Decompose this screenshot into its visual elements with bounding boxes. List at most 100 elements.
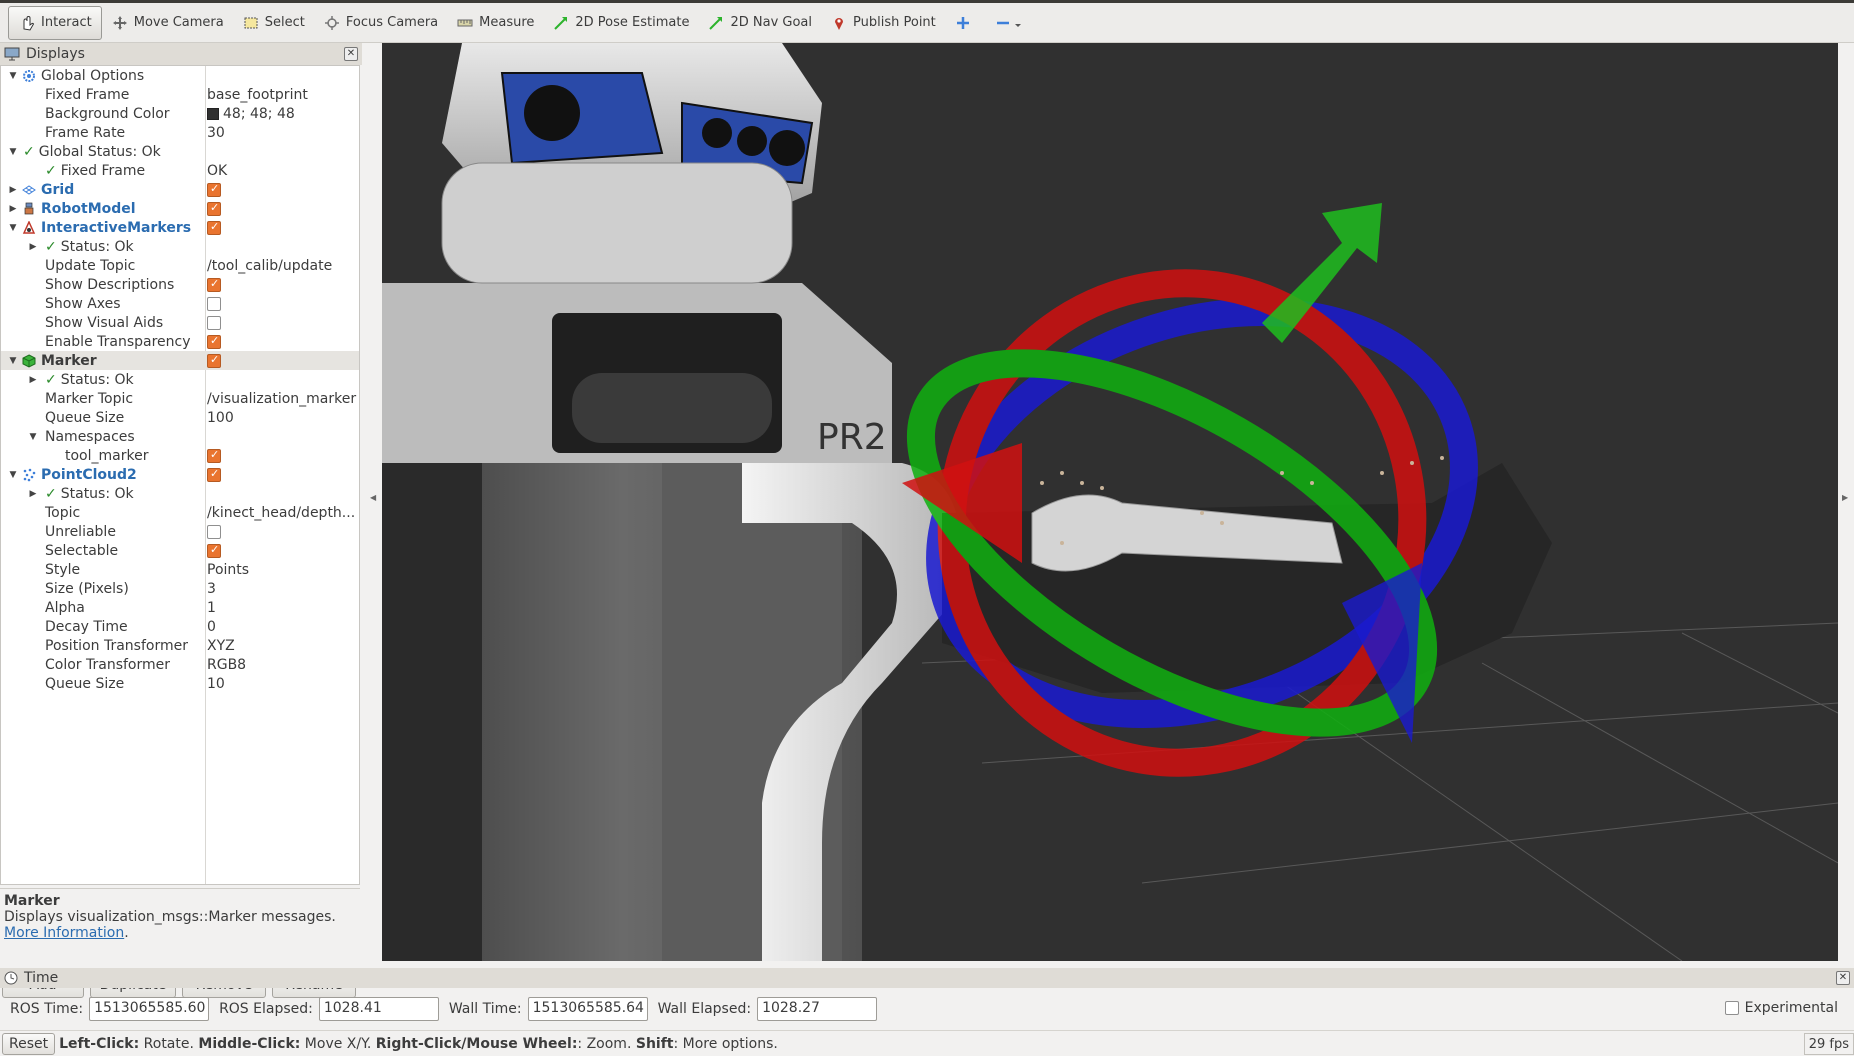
experimental-checkbox[interactable] <box>1724 1001 1739 1015</box>
tree-row-im-status[interactable]: ▶ ✓ Status: Ok <box>1 237 359 256</box>
tree-row-position-transformer[interactable]: Position Transformer XYZ <box>1 636 359 655</box>
tree-row-label: Topic <box>45 504 81 521</box>
collapse-arrow-icon[interactable]: ▶ <box>27 489 39 499</box>
move-camera-tool-button[interactable]: Move Camera <box>102 6 233 40</box>
more-information-link[interactable]: More Information <box>4 925 124 941</box>
show-axes-checkbox[interactable] <box>207 296 359 312</box>
expand-arrow-icon[interactable]: ▼ <box>7 223 19 233</box>
topic-value[interactable]: /kinect_head/depth... <box>207 505 359 521</box>
render-3d-view[interactable]: PR2 <box>382 43 1838 961</box>
add-tool-button[interactable] <box>945 6 986 40</box>
interactivemarkers-enabled-checkbox[interactable] <box>207 220 359 236</box>
collapse-left-icon[interactable]: ◀ <box>370 493 376 502</box>
tool-marker-checkbox[interactable] <box>207 448 359 464</box>
tree-row-style[interactable]: Style Points <box>1 560 359 579</box>
robotmodel-enabled-checkbox[interactable] <box>207 201 359 217</box>
2d-nav-goal-tool-button[interactable]: 2D Nav Goal <box>698 6 821 40</box>
tree-row-alpha[interactable]: Alpha 1 <box>1 598 359 617</box>
ros-time-field[interactable]: 1513065585.60 <box>89 997 210 1021</box>
tree-row-pc-queue-size[interactable]: Queue Size 10 <box>1 674 359 693</box>
tree-row-marker-status[interactable]: ▶ ✓ Status: Ok <box>1 370 359 389</box>
decay-time-value[interactable]: 0 <box>207 619 359 635</box>
ros-elapsed-field[interactable]: 1028.41 <box>318 997 439 1021</box>
tree-row-tool-marker[interactable]: tool_marker <box>1 446 359 465</box>
tree-row-background-color[interactable]: Background Color 48; 48; 48 <box>1 104 359 123</box>
expand-arrow-icon[interactable]: ▼ <box>7 71 19 81</box>
tree-row-show-visual-aids[interactable]: Show Visual Aids <box>1 313 359 332</box>
tree-row-global-status[interactable]: ▼ ✓ Global Status: Ok <box>1 142 359 161</box>
reset-button[interactable]: Reset <box>2 1032 56 1055</box>
remove-tool-button[interactable] <box>986 6 1039 40</box>
collapse-right-icon[interactable]: ▶ <box>1842 493 1848 502</box>
marker-topic-value[interactable]: /visualization_marker <box>207 391 359 407</box>
expand-arrow-icon[interactable]: ▼ <box>7 356 19 366</box>
collapse-arrow-icon[interactable]: ▶ <box>27 375 39 385</box>
tree-row-pc-status[interactable]: ▶ ✓ Status: Ok <box>1 484 359 503</box>
grid-enabled-checkbox[interactable] <box>207 182 359 198</box>
tree-row-robotmodel[interactable]: ▶ RobotModel <box>1 199 359 218</box>
tree-row-color-transformer[interactable]: Color Transformer RGB8 <box>1 655 359 674</box>
tree-row-pointcloud2[interactable]: ▼ PointCloud2 <box>1 465 359 484</box>
tree-row-size-pixels[interactable]: Size (Pixels) 3 <box>1 579 359 598</box>
update-topic-value[interactable]: /tool_calib/update <box>207 258 359 274</box>
expand-arrow-icon[interactable]: ▼ <box>7 470 19 480</box>
tree-row-interactivemarkers[interactable]: ▼ InteractiveMarkers <box>1 218 359 237</box>
tree-row-label: Fixed Frame <box>45 86 130 103</box>
color-transformer-value[interactable]: RGB8 <box>207 657 359 673</box>
collapse-arrow-icon[interactable]: ▶ <box>7 204 19 214</box>
tree-row-unreliable[interactable]: Unreliable <box>1 522 359 541</box>
show-descriptions-checkbox[interactable] <box>207 277 359 293</box>
expand-arrow-icon[interactable]: ▼ <box>27 432 39 442</box>
select-tool-button[interactable]: Select <box>233 6 314 40</box>
fixed-frame-value[interactable]: base_footprint <box>207 87 359 103</box>
right-splitter[interactable]: ▶ <box>1838 43 1854 961</box>
tree-row-fixed-frame[interactable]: Fixed Frame base_footprint <box>1 85 359 104</box>
focus-camera-tool-button[interactable]: Focus Camera <box>314 6 447 40</box>
marker-enabled-checkbox[interactable] <box>207 353 359 369</box>
tree-row-update-topic[interactable]: Update Topic /tool_calib/update <box>1 256 359 275</box>
wall-elapsed-field[interactable]: 1028.27 <box>757 997 878 1021</box>
measure-tool-button[interactable]: Measure <box>447 6 543 40</box>
alpha-value[interactable]: 1 <box>207 600 359 616</box>
tree-row-global-options[interactable]: ▼ Global Options <box>1 66 359 85</box>
tree-row-fixed-frame-status[interactable]: ✓ Fixed Frame OK <box>1 161 359 180</box>
tree-row-grid[interactable]: ▶ Grid <box>1 180 359 199</box>
tree-row-show-descriptions[interactable]: Show Descriptions <box>1 275 359 294</box>
left-splitter[interactable]: ◀ <box>362 43 382 961</box>
expand-arrow-icon[interactable]: ▼ <box>7 147 19 157</box>
position-transformer-value[interactable]: XYZ <box>207 638 359 654</box>
tree-row-marker[interactable]: ▼ Marker <box>1 351 359 370</box>
publish-point-tool-button[interactable]: Publish Point <box>821 6 945 40</box>
close-icon[interactable]: ✕ <box>1836 971 1850 985</box>
tree-row-label: Queue Size <box>45 409 125 426</box>
queue-size-value[interactable]: 100 <box>207 410 359 426</box>
collapse-arrow-icon[interactable]: ▶ <box>7 185 19 195</box>
frame-rate-value[interactable]: 30 <box>207 125 359 141</box>
style-value[interactable]: Points <box>207 562 359 578</box>
unreliable-checkbox[interactable] <box>207 524 359 540</box>
tree-row-namespaces[interactable]: ▼ Namespaces <box>1 427 359 446</box>
tree-row-selectable[interactable]: Selectable <box>1 541 359 560</box>
size-pixels-value[interactable]: 3 <box>207 581 359 597</box>
tree-row-decay-time[interactable]: Decay Time 0 <box>1 617 359 636</box>
close-icon[interactable]: ✕ <box>344 47 358 61</box>
enable-transparency-checkbox[interactable] <box>207 334 359 350</box>
selectable-checkbox[interactable] <box>207 543 359 559</box>
tree-row-marker-topic[interactable]: Marker Topic /visualization_marker <box>1 389 359 408</box>
tree-row-show-axes[interactable]: Show Axes <box>1 294 359 313</box>
interact-tool-button[interactable]: Interact <box>8 5 102 40</box>
tree-row-topic[interactable]: Topic /kinect_head/depth... <box>1 503 359 522</box>
experimental-toggle[interactable]: Experimental <box>1724 1000 1838 1016</box>
wall-time-field[interactable]: 1513065585.64 <box>527 997 648 1021</box>
tree-row-frame-rate[interactable]: Frame Rate 30 <box>1 123 359 142</box>
collapse-arrow-icon[interactable]: ▶ <box>27 242 39 252</box>
description-panel: Marker Displays visualization_msgs::Mark… <box>0 888 360 968</box>
time-panel-header: Time ✕ <box>0 968 1854 988</box>
tree-row-enable-transparency[interactable]: Enable Transparency <box>1 332 359 351</box>
background-color-value[interactable]: 48; 48; 48 <box>207 106 359 122</box>
show-visual-aids-checkbox[interactable] <box>207 315 359 331</box>
pc-queue-size-value[interactable]: 10 <box>207 676 359 692</box>
2d-pose-estimate-tool-button[interactable]: 2D Pose Estimate <box>543 6 698 40</box>
pointcloud2-enabled-checkbox[interactable] <box>207 467 359 483</box>
tree-row-queue-size[interactable]: Queue Size 100 <box>1 408 359 427</box>
